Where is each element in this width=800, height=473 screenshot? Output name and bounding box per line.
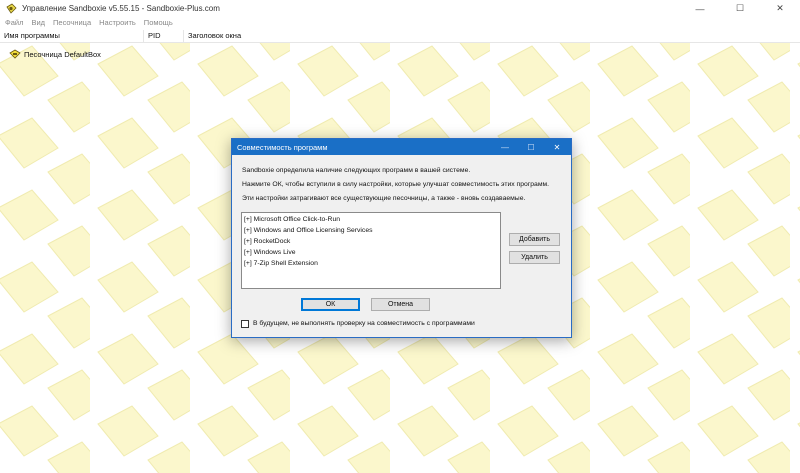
- menu-bar: Файл Вид Песочница Настроить Помощь: [0, 17, 800, 29]
- remove-button[interactable]: Удалить: [509, 251, 560, 264]
- cancel-button[interactable]: Отмена: [371, 298, 430, 311]
- column-pid[interactable]: PID: [144, 30, 184, 42]
- column-program-name[interactable]: Имя программы: [0, 30, 144, 42]
- dialog-maximize-button[interactable]: ☐: [518, 139, 544, 155]
- menu-view[interactable]: Вид: [27, 17, 49, 29]
- menu-file[interactable]: Файл: [0, 17, 27, 29]
- dialog-minimize-button[interactable]: —: [492, 139, 518, 155]
- add-button[interactable]: Добавить: [509, 233, 560, 246]
- sandbox-icon: [9, 49, 21, 59]
- dialog-close-button[interactable]: ✕: [544, 139, 570, 155]
- sandbox-label: Песочница DefaultBox: [24, 49, 101, 59]
- sandbox-row[interactable]: Песочница DefaultBox: [0, 48, 101, 60]
- menu-help[interactable]: Помощь: [140, 17, 177, 29]
- skip-check-label[interactable]: В будущем, не выполнять проверку на совм…: [253, 320, 475, 327]
- compatibility-dialog: Совместимость программ — ☐ ✕ Sandboxie о…: [231, 138, 572, 338]
- sandboxie-icon: [6, 3, 17, 14]
- ok-button[interactable]: ОК: [301, 298, 360, 311]
- close-button[interactable]: ✕: [760, 0, 800, 17]
- dialog-message-2: Нажмите ОК, чтобы вступили в силу настро…: [242, 181, 550, 188]
- dialog-message-1: Sandboxie определила наличие следующих п…: [242, 167, 471, 174]
- program-item[interactable]: [+] Windows and Office Licensing Service…: [244, 225, 373, 236]
- program-item[interactable]: [+] Windows Live: [244, 247, 296, 258]
- dialog-message-3: Эти настройки затрагивают все существующ…: [242, 195, 526, 202]
- program-item[interactable]: [+] RocketDock: [244, 236, 290, 247]
- title-bar: Управление Sandboxie v5.55.15 - Sandboxi…: [0, 0, 800, 17]
- maximize-button[interactable]: ☐: [720, 0, 760, 17]
- minimize-button[interactable]: —: [680, 0, 720, 17]
- skip-check-checkbox[interactable]: [241, 320, 249, 328]
- dialog-title: Совместимость программ: [237, 143, 328, 152]
- program-list[interactable]: [+] Microsoft Office Click-to-Run [+] Wi…: [241, 212, 501, 289]
- program-item[interactable]: [+] Microsoft Office Click-to-Run: [244, 214, 340, 225]
- menu-configure[interactable]: Настроить: [95, 17, 140, 29]
- dialog-title-bar: Совместимость программ — ☐ ✕: [232, 139, 571, 155]
- column-window-title[interactable]: Заголовок окна: [184, 30, 800, 42]
- program-item[interactable]: [+] 7-Zip Shell Extension: [244, 258, 318, 269]
- menu-sandbox[interactable]: Песочница: [49, 17, 95, 29]
- window-title: Управление Sandboxie v5.55.15 - Sandboxi…: [22, 4, 220, 13]
- column-header: Имя программы PID Заголовок окна: [0, 30, 800, 43]
